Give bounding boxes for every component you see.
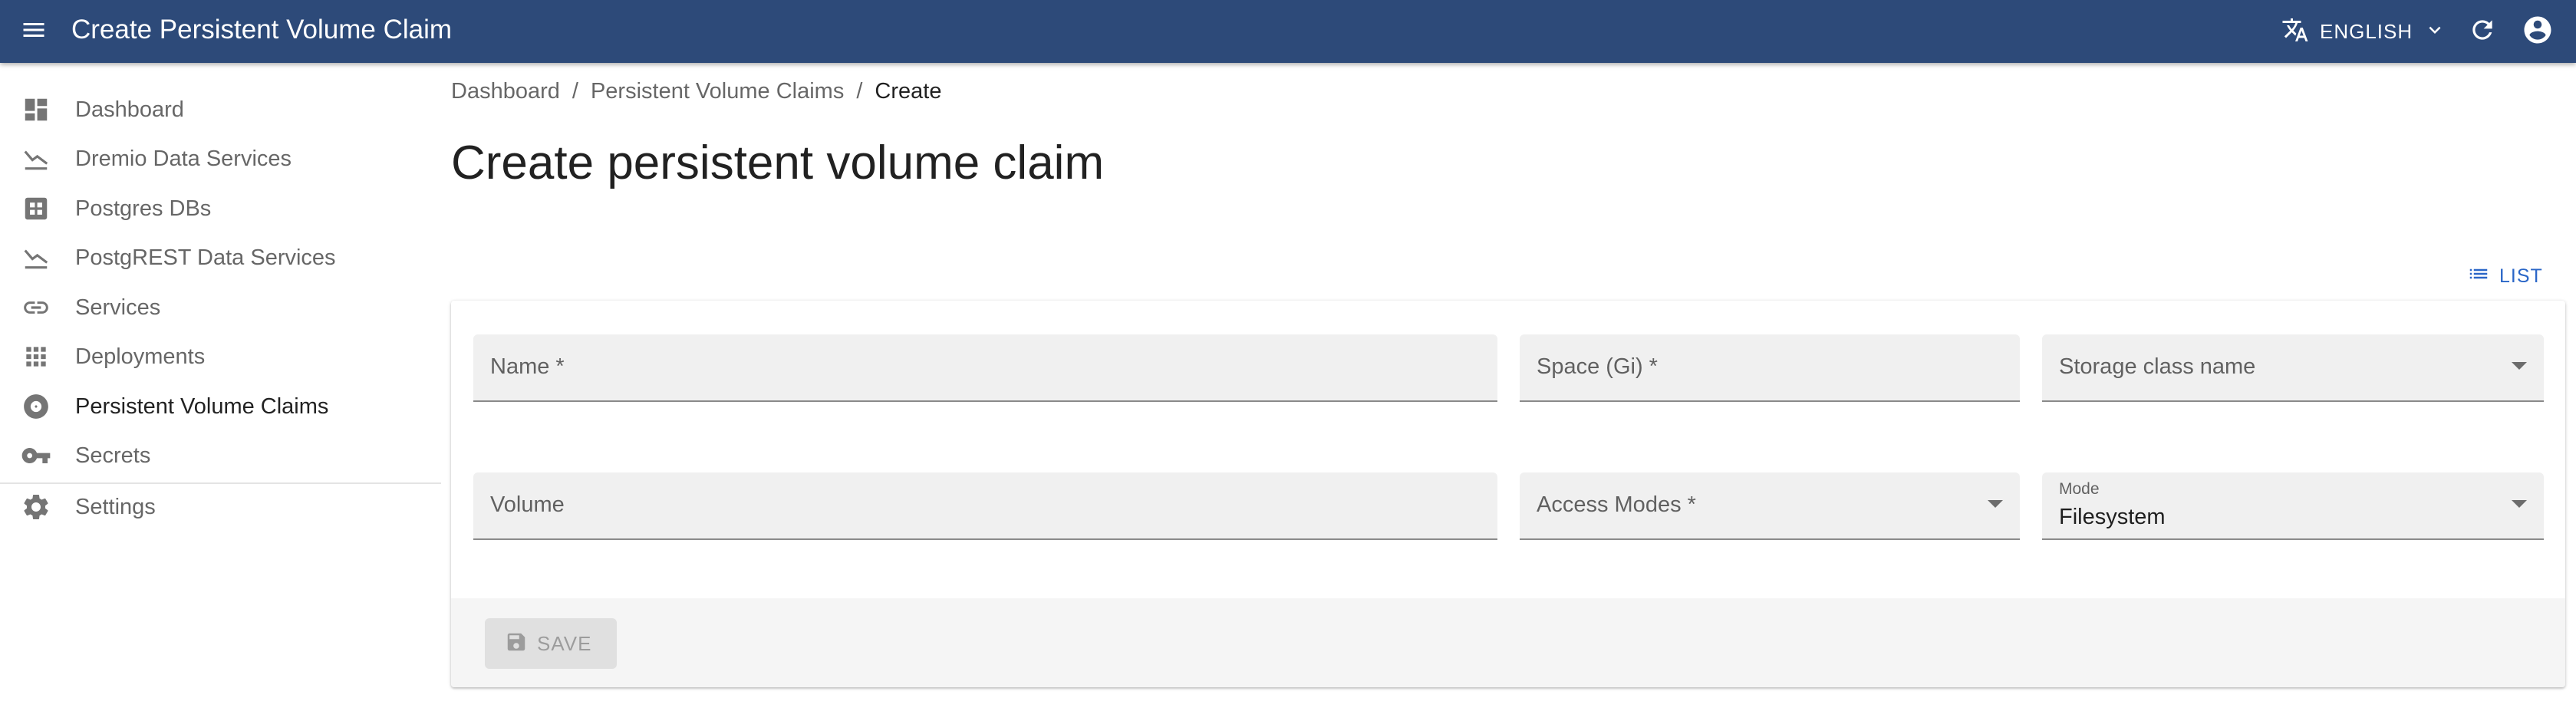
apps-icon (21, 341, 51, 372)
link-icon (21, 292, 51, 323)
breadcrumb-separator: / (856, 79, 863, 104)
menu-button[interactable] (17, 15, 51, 48)
key-icon (21, 440, 51, 471)
access-modes-label: Access Modes * (1537, 492, 1696, 517)
breadcrumb-current: Create (875, 79, 942, 104)
form-card: Name * Space (Gi) * Storage class name V… (451, 301, 2565, 687)
sidebar-item-label: Persistent Volume Claims (75, 393, 329, 419)
dropdown-arrow-icon (2512, 500, 2527, 508)
sidebar-item-secrets[interactable]: Secrets (0, 431, 441, 480)
breadcrumb-persistent-volume-claims[interactable]: Persistent Volume Claims (591, 79, 844, 104)
sidebar-item-label: Services (75, 295, 161, 320)
sidebar-item-dashboard[interactable]: Dashboard (0, 85, 441, 134)
list-button-label: LIST (2499, 265, 2543, 287)
refresh-button[interactable] (2465, 14, 2500, 49)
breadcrumb: Dashboard / Persistent Volume Claims / C… (451, 79, 941, 104)
sidebar-item-label: Secrets (75, 443, 151, 468)
space-field[interactable]: Space (Gi) * (1520, 334, 2020, 402)
sidebar-item-label: Dashboard (75, 97, 184, 122)
sidebar: Dashboard Dremio Data Services Postgres … (0, 63, 441, 721)
save-button-label: SAVE (537, 631, 592, 655)
stats-arrow-icon (21, 143, 51, 174)
disc-icon (21, 391, 51, 422)
dropdown-arrow-icon (2512, 362, 2527, 370)
dashboard-icon (21, 94, 51, 125)
app-bar: Create Persistent Volume Claim ENGLISH (0, 0, 2576, 63)
storage-class-select[interactable]: Storage class name (2042, 334, 2544, 402)
stats-arrow-icon (21, 242, 51, 273)
mode-value: Filesystem (2059, 505, 2166, 529)
account-button[interactable] (2520, 14, 2555, 49)
breadcrumb-dashboard[interactable]: Dashboard (451, 79, 560, 104)
sidebar-item-label: Settings (75, 494, 156, 519)
account-circle-icon (2522, 14, 2554, 50)
mode-select[interactable]: Mode Filesystem (2042, 472, 2544, 540)
sidebar-item-services[interactable]: Services (0, 283, 441, 332)
sidebar-item-settings[interactable]: Settings (0, 482, 441, 532)
list-button[interactable]: LIST (2467, 261, 2543, 291)
sidebar-item-deployments[interactable]: Deployments (0, 332, 441, 381)
sidebar-item-label: Dremio Data Services (75, 146, 292, 171)
sidebar-item-postgrest-data-services[interactable]: PostgREST Data Services (0, 233, 441, 282)
sidebar-item-postgres-dbs[interactable]: Postgres DBs (0, 184, 441, 233)
sidebar-item-label: PostgREST Data Services (75, 245, 336, 270)
name-field[interactable]: Name * (473, 334, 1497, 402)
translate-icon (2281, 16, 2309, 48)
breadcrumb-separator: / (572, 79, 578, 104)
volume-field-label: Volume (490, 492, 565, 517)
list-icon (2467, 262, 2499, 291)
volume-field[interactable]: Volume (473, 472, 1497, 540)
sidebar-item-label: Postgres DBs (75, 196, 212, 221)
save-button[interactable]: SAVE (485, 618, 617, 669)
mode-label: Mode (2059, 480, 2100, 498)
form-toolbar: SAVE (451, 598, 2565, 687)
name-field-label: Name * (490, 354, 565, 379)
dropdown-arrow-icon (1988, 500, 2003, 508)
grid-box-icon (21, 193, 51, 224)
chevron-down-icon (2423, 18, 2446, 45)
save-icon (485, 630, 528, 657)
gear-icon (21, 492, 51, 522)
app-title: Create Persistent Volume Claim (71, 15, 453, 44)
sidebar-item-label: Deployments (75, 344, 206, 369)
page-title: Create persistent volume claim (451, 137, 1105, 189)
menu-icon (20, 16, 48, 48)
language-selector[interactable]: ENGLISH (2281, 15, 2446, 48)
sidebar-item-dremio-data-services[interactable]: Dremio Data Services (0, 134, 441, 183)
storage-class-label: Storage class name (2059, 354, 2256, 379)
language-label: ENGLISH (2320, 19, 2413, 43)
space-field-label: Space (Gi) * (1537, 354, 1658, 379)
sidebar-item-persistent-volume-claims[interactable]: Persistent Volume Claims (0, 382, 441, 431)
access-modes-select[interactable]: Access Modes * (1520, 472, 2020, 540)
refresh-icon (2468, 15, 2497, 48)
